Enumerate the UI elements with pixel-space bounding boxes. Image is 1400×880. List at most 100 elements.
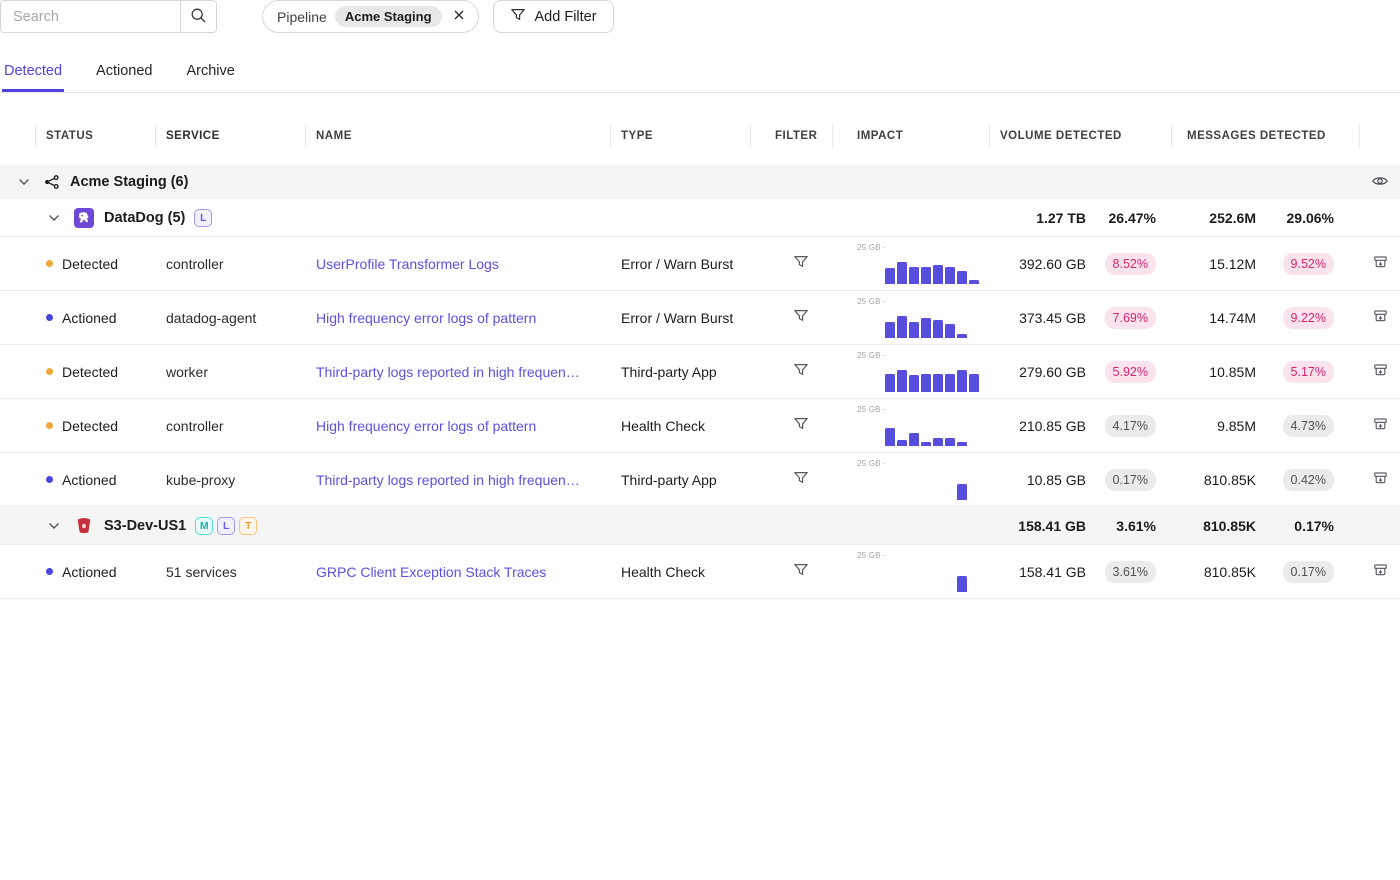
app-window: Pipeline Acme Staging Add Filter Detecte…	[0, 0, 1400, 880]
table-row[interactable]: Actioned 51 services GRPC Client Excepti…	[0, 545, 1400, 599]
chart-axis-label: 25 GB -	[857, 405, 979, 414]
status-cell: Actioned	[36, 564, 156, 580]
volume-value: 373.45 GB	[1019, 310, 1086, 326]
s3-group-badges: M L T	[195, 517, 257, 535]
impact-bars	[885, 362, 979, 392]
detection-name-link[interactable]: GRPC Client Exception Stack Traces	[316, 564, 546, 580]
add-filter-button[interactable]: Add Filter	[493, 0, 614, 33]
search-button[interactable]	[180, 1, 216, 32]
pipeline-filter-chip[interactable]: Pipeline Acme Staging	[262, 0, 479, 33]
type-label: Error / Warn Burst	[611, 310, 751, 326]
datadog-group-name: DataDog (5)	[104, 210, 185, 226]
funnel-icon	[793, 416, 809, 435]
search-box	[0, 0, 217, 33]
archive-button[interactable]	[1370, 360, 1391, 384]
messages-pct-badge: 9.22%	[1283, 307, 1334, 329]
messages-pct-badge: 9.52%	[1283, 253, 1334, 275]
s3-group-name: S3-Dev-US1	[104, 518, 186, 534]
badge-l: L	[217, 517, 235, 535]
detection-name-link[interactable]: Third-party logs reported in high freque…	[316, 364, 580, 380]
group-row-s3[interactable]: S3-Dev-US1 M L T 158.41 GB 3.61% 810.85K…	[0, 507, 1400, 545]
s3-icon	[74, 516, 94, 536]
messages-value: 10.85M	[1209, 364, 1256, 380]
header-actions	[1360, 124, 1400, 148]
table-row[interactable]: Actioned datadog-agent High frequency er…	[0, 291, 1400, 345]
table-header: STATUS SERVICE NAME TYPE FILTER IMPACT V…	[0, 119, 1400, 153]
pipeline-group-row[interactable]: Acme Staging (6)	[0, 165, 1400, 199]
messages-pct-badge: 5.17%	[1283, 361, 1334, 383]
group-row-datadog[interactable]: DataDog (5) L 1.27 TB 26.47% 252.6M 29.0…	[0, 199, 1400, 237]
tab-actioned[interactable]: Actioned	[94, 63, 154, 92]
volume-pct-badge: 8.52%	[1105, 253, 1156, 275]
funnel-icon	[793, 308, 809, 327]
archive-button[interactable]	[1370, 252, 1391, 276]
volume-cell: 210.85 GB 4.17%	[990, 415, 1172, 437]
search-icon	[190, 7, 207, 27]
table-row[interactable]: Detected controller UserProfile Transfor…	[0, 237, 1400, 291]
detection-name-link[interactable]: Third-party logs reported in high freque…	[316, 472, 580, 488]
chart-axis-label: 25 GB -	[857, 351, 979, 360]
row-filter-button[interactable]	[793, 562, 809, 581]
archive-icon	[1372, 254, 1389, 274]
archive-icon	[1372, 308, 1389, 328]
detection-name-link[interactable]: High frequency error logs of pattern	[316, 310, 536, 326]
header-type: TYPE	[611, 124, 751, 148]
archive-button[interactable]	[1370, 560, 1391, 584]
status-label: Detected	[62, 256, 118, 272]
messages-pct-badge: 4.73%	[1283, 415, 1334, 437]
service-label: kube-proxy	[156, 472, 306, 488]
impact-chart: 25 GB -	[833, 297, 990, 338]
s3-group-left: S3-Dev-US1 M L T	[0, 516, 990, 536]
messages-value: 15.12M	[1209, 256, 1256, 272]
impact-chart: 25 GB -	[833, 243, 990, 284]
messages-cell: 810.85K 0.17%	[1172, 518, 1360, 534]
volume-value: 158.41 GB	[1018, 518, 1086, 534]
chart-axis-label: 25 GB -	[857, 551, 979, 560]
table-row[interactable]: Detected controller High frequency error…	[0, 399, 1400, 453]
impact-chart: 25 GB -	[833, 459, 990, 500]
tab-archive[interactable]: Archive	[184, 63, 236, 92]
table-row[interactable]: Detected worker Third-party logs reporte…	[0, 345, 1400, 399]
impact-chart: 25 GB -	[833, 405, 990, 446]
filter-chip-key: Pipeline	[277, 9, 327, 25]
impact-chart: 25 GB -	[833, 351, 990, 392]
row-filter-button[interactable]	[793, 362, 809, 381]
messages-pct-badge: 0.42%	[1283, 469, 1334, 491]
volume-pct: 26.47%	[1109, 210, 1156, 226]
row-filter-button[interactable]	[793, 308, 809, 327]
service-label: 51 services	[156, 564, 306, 580]
collapse-chevron-icon[interactable]	[46, 518, 62, 534]
volume-pct: 3.61%	[1116, 518, 1156, 534]
archive-icon	[1372, 470, 1389, 490]
search-input[interactable]	[1, 1, 180, 32]
header-name: NAME	[306, 124, 611, 148]
row-filter-button[interactable]	[793, 470, 809, 489]
datadog-group-left: DataDog (5) L	[0, 208, 990, 228]
header-gap	[0, 153, 1400, 165]
archive-icon	[1372, 362, 1389, 382]
volume-cell: 1.27 TB 26.47%	[990, 210, 1172, 226]
status-label: Detected	[62, 364, 118, 380]
remove-filter-button[interactable]	[450, 6, 468, 27]
collapse-chevron-icon[interactable]	[16, 174, 32, 190]
tab-detected[interactable]: Detected	[2, 63, 64, 92]
status-dot	[46, 568, 53, 575]
watch-button[interactable]	[1369, 170, 1391, 195]
detections-table: STATUS SERVICE NAME TYPE FILTER IMPACT V…	[0, 119, 1400, 599]
row-filter-button[interactable]	[793, 416, 809, 435]
row-filter-button[interactable]	[793, 254, 809, 273]
status-label: Actioned	[62, 310, 116, 326]
status-label: Detected	[62, 418, 118, 434]
archive-button[interactable]	[1370, 306, 1391, 330]
detection-name-link[interactable]: UserProfile Transformer Logs	[316, 256, 499, 272]
volume-pct-badge: 4.17%	[1105, 415, 1156, 437]
table-row[interactable]: Actioned kube-proxy Third-party logs rep…	[0, 453, 1400, 507]
collapse-chevron-icon[interactable]	[46, 210, 62, 226]
archive-button[interactable]	[1370, 414, 1391, 438]
volume-value: 10.85 GB	[1027, 472, 1086, 488]
volume-cell: 158.41 GB 3.61%	[990, 561, 1172, 583]
detection-name-link[interactable]: High frequency error logs of pattern	[316, 418, 536, 434]
volume-pct-badge: 7.69%	[1105, 307, 1156, 329]
volume-cell: 10.85 GB 0.17%	[990, 469, 1172, 491]
archive-button[interactable]	[1370, 468, 1391, 492]
